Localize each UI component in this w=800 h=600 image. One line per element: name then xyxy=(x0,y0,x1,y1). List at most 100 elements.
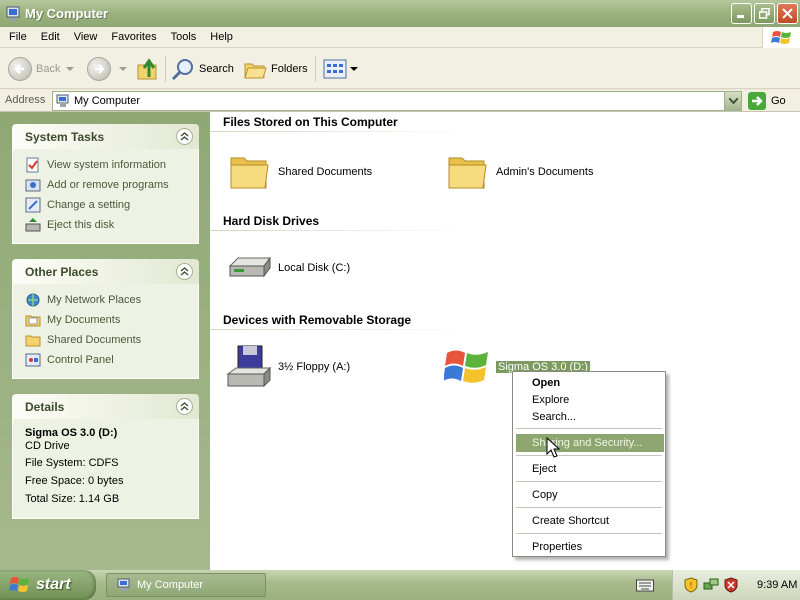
security-center-icon[interactable] xyxy=(723,577,739,593)
menu-help[interactable]: Help xyxy=(203,31,240,43)
place-label: My Network Places xyxy=(47,294,142,306)
item-admins-documents[interactable]: Admin's Documents xyxy=(446,150,593,194)
clock[interactable]: 9:39 AM xyxy=(757,579,797,591)
toolbar: Back Search Folders xyxy=(0,48,800,89)
group-divider xyxy=(210,131,470,132)
chevron-down-icon xyxy=(119,67,127,71)
group-divider xyxy=(210,329,470,330)
address-bar: Address My Computer Go xyxy=(0,90,800,112)
system-tasks-panel: System Tasks View system information Add… xyxy=(12,124,199,244)
details-free-space: Free Space: 0 bytes xyxy=(25,475,124,487)
details-header[interactable]: Details xyxy=(12,394,199,419)
restore-icon xyxy=(759,8,770,19)
place-label: Control Panel xyxy=(47,354,114,366)
mouse-pointer-icon xyxy=(546,437,560,458)
start-button[interactable]: start xyxy=(0,570,96,600)
place-my-network-places[interactable]: My Network Places xyxy=(25,290,198,310)
back-button[interactable]: Back xyxy=(8,55,75,83)
start-label: start xyxy=(36,576,71,593)
content-pane: Files Stored on This Computer Shared Doc… xyxy=(210,112,800,570)
windows-logo-icon xyxy=(444,350,488,383)
place-shared-documents[interactable]: Shared Documents xyxy=(25,330,198,350)
menu-item-eject[interactable]: Eject xyxy=(516,460,664,478)
my-documents-icon xyxy=(25,315,41,327)
address-field[interactable]: My Computer xyxy=(52,91,742,111)
menu-separator xyxy=(516,507,662,508)
control-panel-icon xyxy=(25,353,41,367)
minimize-button[interactable] xyxy=(731,3,752,24)
task-view-system-info[interactable]: View system information xyxy=(25,155,198,175)
address-label: Address xyxy=(5,94,46,106)
menu-item-sharing-security[interactable]: Sharing and Security... xyxy=(516,434,664,452)
close-button[interactable] xyxy=(777,3,798,24)
task-label: Change a setting xyxy=(47,199,131,211)
keyboard-icon[interactable] xyxy=(636,578,654,592)
security-shield-icon[interactable]: ! xyxy=(683,577,699,593)
item-floppy-a[interactable]: 3½ Floppy (A:) xyxy=(226,344,350,390)
title-bar[interactable]: My Computer xyxy=(0,0,800,27)
task-change-setting[interactable]: Change a setting xyxy=(25,195,198,215)
details-body: Sigma OS 3.0 (D:) CD Drive File System: … xyxy=(12,419,199,519)
task-label: Eject this disk xyxy=(47,219,115,231)
forward-button[interactable] xyxy=(87,55,127,83)
place-my-documents[interactable]: My Documents xyxy=(25,310,198,330)
views-button[interactable] xyxy=(323,55,358,83)
taskbar-window-label: My Computer xyxy=(137,579,204,591)
item-local-disk-c[interactable]: Local Disk (C:) xyxy=(226,248,350,288)
chevron-down-icon xyxy=(66,67,75,71)
system-tasks-header[interactable]: System Tasks xyxy=(12,124,199,149)
windows-logo-icon xyxy=(9,577,29,592)
chevron-down-icon xyxy=(350,67,358,71)
go-button[interactable]: Go xyxy=(748,92,786,110)
chevron-down-icon xyxy=(728,98,738,104)
collapse-button[interactable] xyxy=(176,128,193,145)
details-total-size: Total Size: 1.14 GB xyxy=(25,493,120,505)
menu-item-search[interactable]: Search... xyxy=(516,408,664,426)
hard-disk-icon xyxy=(228,256,271,278)
item-label: Local Disk (C:) xyxy=(278,262,351,274)
menu-separator xyxy=(516,428,662,429)
menu-item-create-shortcut[interactable]: Create Shortcut xyxy=(516,512,664,530)
network-places-icon xyxy=(26,293,40,307)
folder-icon xyxy=(448,157,487,189)
group-header-files: Files Stored on This Computer xyxy=(223,115,398,129)
place-control-panel[interactable]: Control Panel xyxy=(25,350,198,370)
other-places-panel: Other Places My Network Places My Docume… xyxy=(12,259,199,379)
details-type: CD Drive xyxy=(25,440,70,452)
folders-icon xyxy=(244,63,267,79)
collapse-button[interactable] xyxy=(176,263,193,280)
double-chevron-up-icon xyxy=(180,267,189,276)
search-button[interactable]: Search xyxy=(171,55,234,83)
menu-item-open[interactable]: Open xyxy=(516,374,664,392)
menu-file[interactable]: File xyxy=(0,31,34,43)
group-header-removable: Devices with Removable Storage xyxy=(223,313,412,327)
menu-separator xyxy=(516,481,662,482)
address-dropdown-button[interactable] xyxy=(724,92,741,110)
network-icon[interactable] xyxy=(703,577,719,593)
menu-item-properties[interactable]: Properties xyxy=(516,538,664,556)
add-remove-programs-icon xyxy=(25,179,41,192)
other-places-header[interactable]: Other Places xyxy=(12,259,199,284)
collapse-button[interactable] xyxy=(176,398,193,415)
menu-view[interactable]: View xyxy=(67,31,105,43)
menu-tools[interactable]: Tools xyxy=(164,31,204,43)
maximize-button[interactable] xyxy=(754,3,775,24)
menu-item-explore[interactable]: Explore xyxy=(516,391,664,409)
up-button[interactable] xyxy=(136,55,160,83)
views-icon xyxy=(323,59,347,79)
folders-button[interactable]: Folders xyxy=(243,55,308,83)
item-shared-documents[interactable]: Shared Documents xyxy=(228,150,372,194)
task-eject-disk[interactable]: Eject this disk xyxy=(25,215,198,235)
floppy-drive-icon xyxy=(226,345,272,388)
my-computer-icon xyxy=(6,6,20,21)
menu-item-copy[interactable]: Copy xyxy=(516,486,664,504)
task-label: Add or remove programs xyxy=(47,179,169,191)
task-add-remove-programs[interactable]: Add or remove programs xyxy=(25,175,198,195)
task-pane: System Tasks View system information Add… xyxy=(0,112,210,570)
taskbar-window-my-computer[interactable]: My Computer xyxy=(106,573,266,597)
details-name: Sigma OS 3.0 (D:) xyxy=(25,427,118,439)
menu-bar: File Edit View Favorites Tools Help xyxy=(0,27,800,48)
menu-edit[interactable]: Edit xyxy=(34,31,67,43)
folder-icon xyxy=(230,157,269,189)
menu-favorites[interactable]: Favorites xyxy=(104,31,163,43)
